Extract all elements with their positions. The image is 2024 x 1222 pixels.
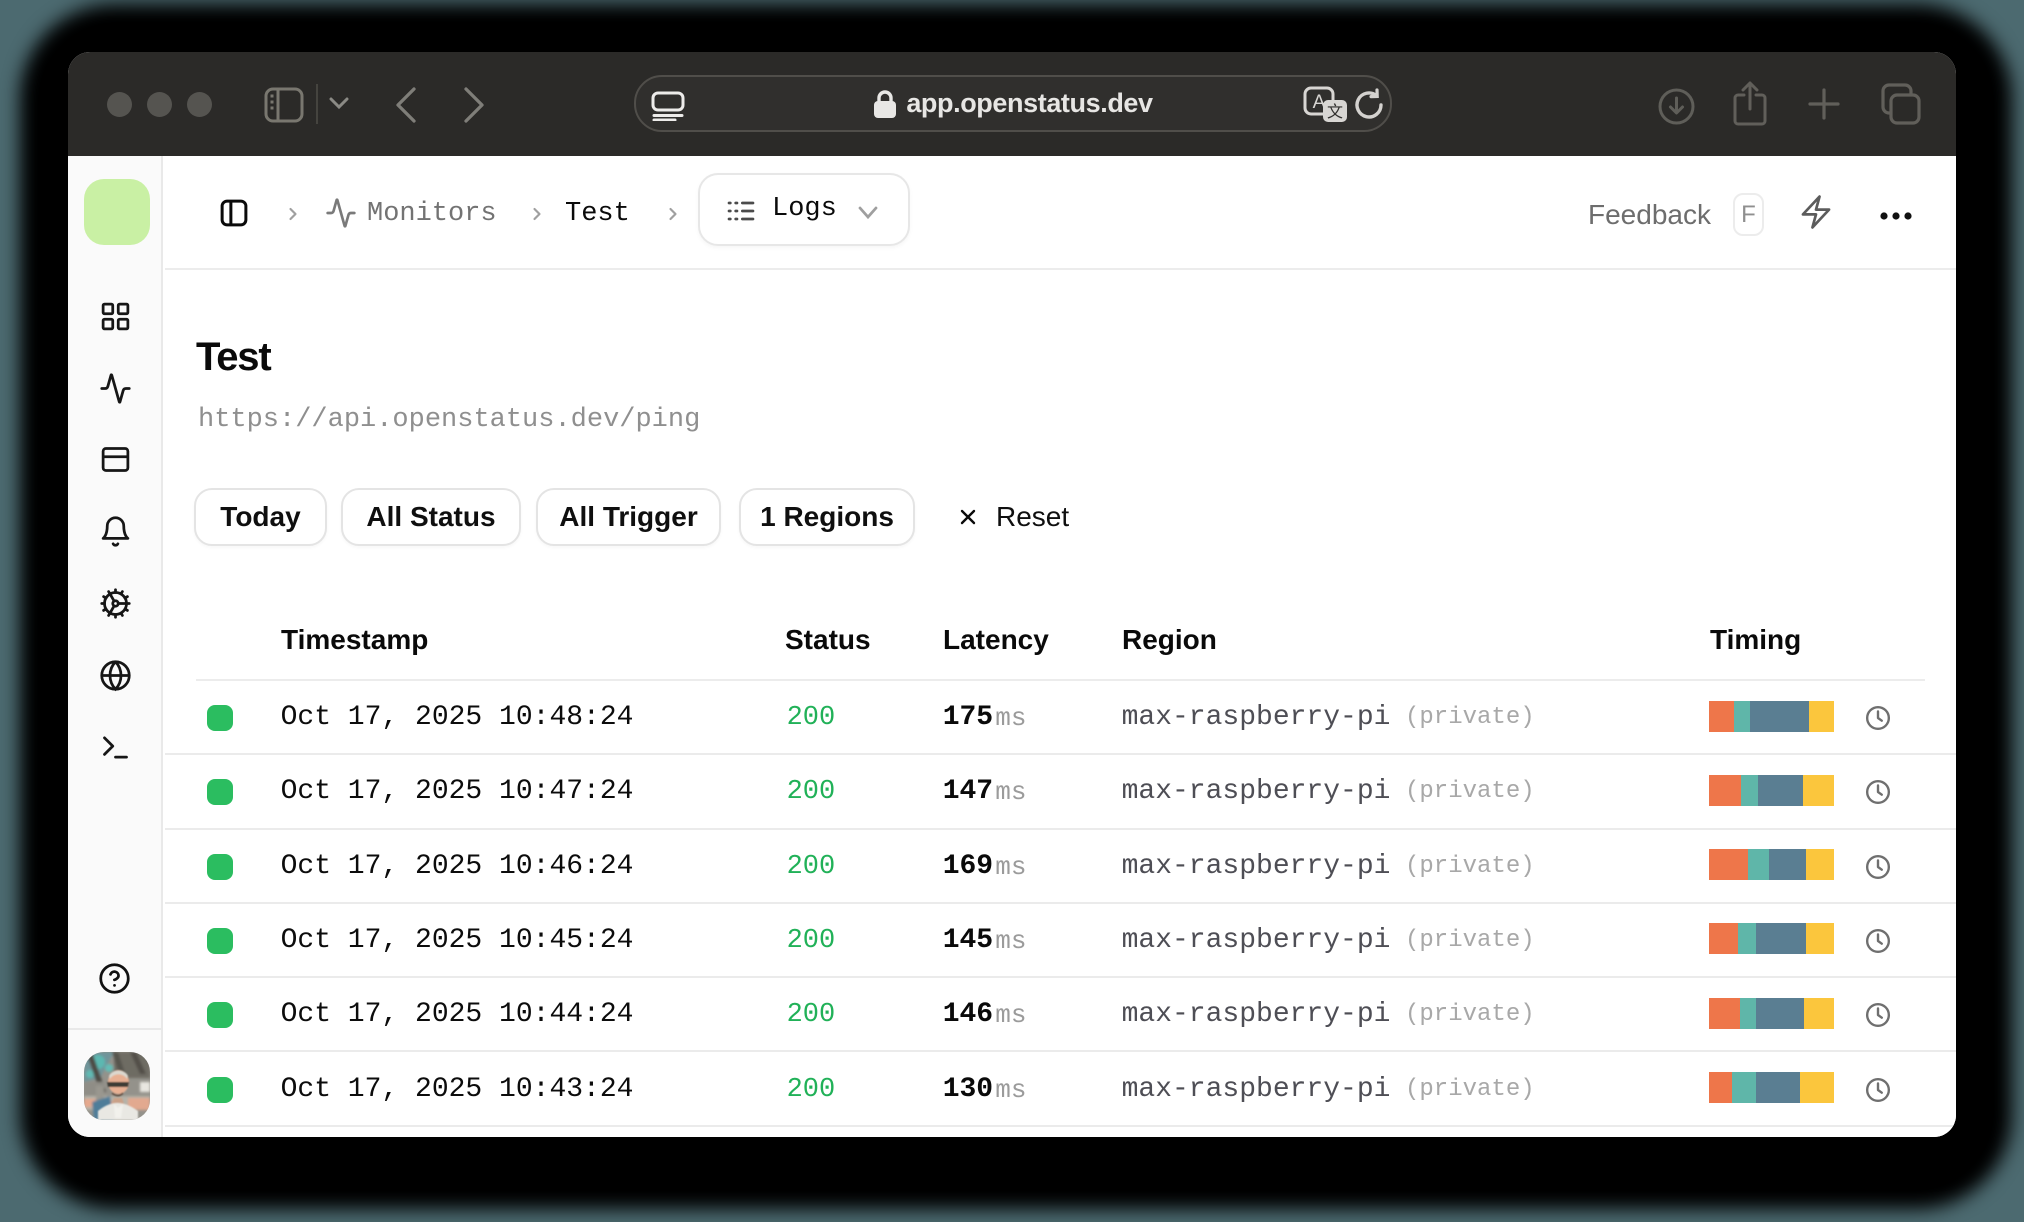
svg-text:文: 文 [1327, 103, 1343, 121]
